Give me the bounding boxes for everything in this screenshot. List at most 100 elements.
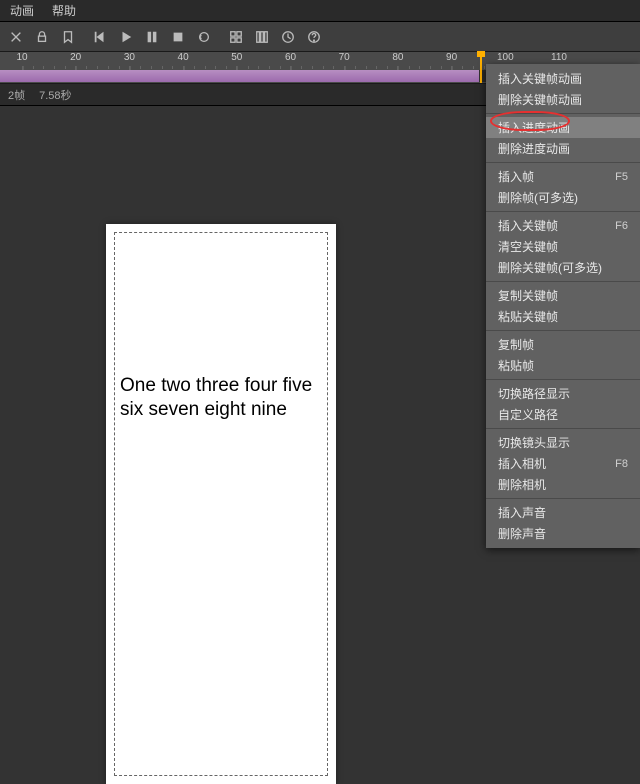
tick-minor	[333, 66, 334, 69]
tick-minor	[419, 66, 420, 69]
menu-item[interactable]: 删除关键帧(可多选)	[486, 257, 640, 278]
tick-minor	[387, 66, 388, 69]
tick-major: 40	[178, 52, 189, 63]
tick-minor	[54, 66, 55, 69]
columns-button[interactable]	[250, 25, 274, 49]
playhead[interactable]	[480, 52, 482, 83]
menu-item-label: 复制帧	[498, 336, 534, 353]
tick-major: 60	[285, 52, 296, 63]
loop-button[interactable]	[192, 25, 216, 49]
grid-button[interactable]	[224, 25, 248, 49]
menu-item-label: 插入关键帧	[498, 217, 558, 234]
menu-item[interactable]: 插入声音	[486, 502, 640, 523]
menu-item-label: 插入进度动画	[498, 119, 570, 136]
menu-separator	[486, 330, 640, 331]
pause-button[interactable]	[140, 25, 164, 49]
menu-item-label: 粘贴关键帧	[498, 308, 558, 325]
menu-item[interactable]: 插入关键帧动画	[486, 68, 640, 89]
menu-item-label: 清空关键帧	[498, 238, 558, 255]
menu-separator	[486, 211, 640, 212]
tick-minor	[248, 66, 249, 69]
canvas-text[interactable]: One two three four five six seven eight …	[120, 374, 326, 422]
tick-minor	[43, 66, 44, 69]
menu-shortcut: F6	[615, 220, 628, 232]
menu-item-label: 自定义路径	[498, 406, 558, 423]
tick-minor	[108, 66, 109, 69]
tick-minor	[312, 66, 313, 69]
timeline-clip[interactable]	[0, 70, 480, 82]
menu-item[interactable]: 切换路径显示	[486, 383, 640, 404]
tick-minor	[258, 66, 259, 69]
tick-minor	[269, 66, 270, 69]
context-menu: 插入关键帧动画删除关键帧动画插入进度动画删除进度动画插入帧F5删除帧(可多选)插…	[486, 64, 640, 548]
tick-minor	[366, 66, 367, 69]
tick-minor	[65, 66, 66, 69]
tick-minor	[301, 66, 302, 69]
menu-separator	[486, 379, 640, 380]
tick-major: 100	[497, 52, 514, 63]
menu-item-label: 插入相机	[498, 455, 546, 472]
prev-button[interactable]	[88, 25, 112, 49]
menu-item[interactable]: 自定义路径	[486, 404, 640, 425]
clock-button[interactable]	[276, 25, 300, 49]
info-frames: 2帧	[8, 87, 25, 103]
tick-major: 70	[339, 52, 350, 63]
tick-minor	[86, 66, 87, 69]
menu-item[interactable]: 插入关键帧 F6	[486, 215, 640, 236]
canvas[interactable]: One two three four five six seven eight …	[106, 224, 336, 784]
tick-minor	[430, 66, 431, 69]
cancel-button[interactable]	[4, 25, 28, 49]
menu-item-label: 删除关键帧(可多选)	[498, 259, 602, 276]
menu-separator	[486, 428, 640, 429]
menu-item[interactable]: 复制关键帧	[486, 285, 640, 306]
stop-button[interactable]	[166, 25, 190, 49]
menu-item[interactable]: 删除声音	[486, 523, 640, 544]
bookmark-button[interactable]	[56, 25, 80, 49]
menu-bar: 动画 帮助	[0, 0, 640, 22]
menu-item-label: 插入声音	[498, 504, 546, 521]
menu-separator	[486, 281, 640, 282]
menu-item[interactable]: 插入进度动画	[486, 117, 640, 138]
menu-item[interactable]: 粘贴关键帧	[486, 306, 640, 327]
tick-minor	[215, 66, 216, 69]
tick-major: 110	[551, 52, 567, 63]
tick-minor	[280, 66, 281, 69]
menu-item[interactable]: 删除进度动画	[486, 138, 640, 159]
tick-minor	[409, 66, 410, 69]
menu-item[interactable]: 复制帧	[486, 334, 640, 355]
lock-button[interactable]	[30, 25, 54, 49]
menu-item-label: 插入帧	[498, 168, 534, 185]
menu-item[interactable]: 粘贴帧	[486, 355, 640, 376]
tick-minor	[376, 66, 377, 69]
tick-major: 80	[392, 52, 403, 63]
menu-shortcut: F5	[615, 171, 628, 183]
tick-major: 50	[231, 52, 242, 63]
tick-minor	[97, 66, 98, 69]
tick-minor	[205, 66, 206, 69]
tick-minor	[194, 66, 195, 69]
menu-item-label: 复制关键帧	[498, 287, 558, 304]
menu-item-label: 删除进度动画	[498, 140, 570, 157]
tick-minor	[473, 66, 474, 69]
tick-major: 20	[70, 52, 81, 63]
menu-separator	[486, 113, 640, 114]
menu-item[interactable]: 插入相机F8	[486, 453, 640, 474]
menu-item[interactable]: 切换镜头显示	[486, 432, 640, 453]
tick-major: 30	[124, 52, 135, 63]
menu-item-label: 粘贴帧	[498, 357, 534, 374]
menu-item[interactable]: 删除相机	[486, 474, 640, 495]
menu-item[interactable]: 清空关键帧	[486, 236, 640, 257]
menu-item[interactable]: 删除帧(可多选)	[486, 187, 640, 208]
info-time: 7.58秒	[39, 87, 71, 103]
menu-item[interactable]: 插入帧 F5	[486, 166, 640, 187]
menu-animation[interactable]: 动画	[10, 2, 34, 19]
tick-minor	[226, 66, 227, 69]
help-button[interactable]	[302, 25, 326, 49]
tick-minor	[162, 66, 163, 69]
tick-minor	[441, 66, 442, 69]
menu-help[interactable]: 帮助	[52, 2, 76, 19]
menu-item[interactable]: 删除关键帧动画	[486, 89, 640, 110]
tick-minor	[462, 66, 463, 69]
tick-minor	[323, 66, 324, 69]
play-button[interactable]	[114, 25, 138, 49]
